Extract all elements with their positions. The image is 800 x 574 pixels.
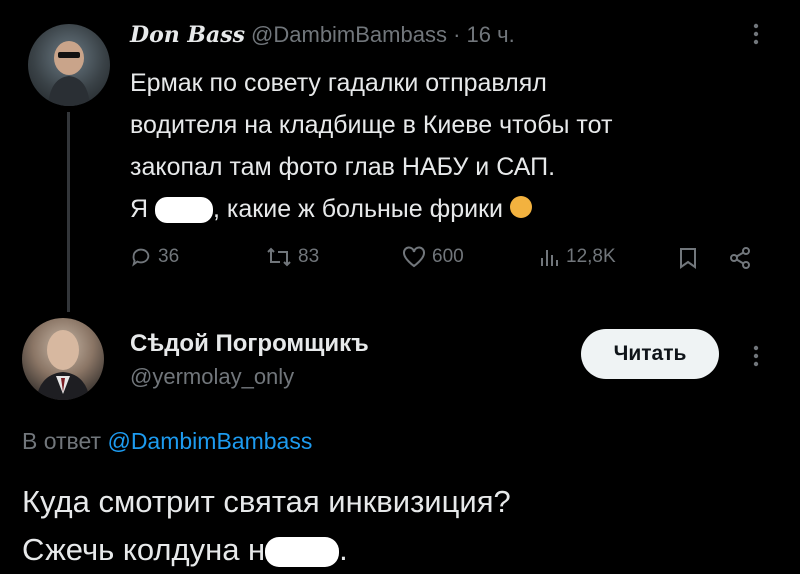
text-suffix: , какие ж больные фрики [213, 195, 503, 223]
avatar-figure-icon [48, 41, 90, 106]
author-handle[interactable]: @DambimBambass [251, 22, 447, 47]
heart-icon [403, 246, 425, 268]
more-vertical-icon[interactable] [752, 344, 760, 374]
reply-to-mention[interactable]: @DambimBambass [107, 428, 312, 454]
text-prefix: Сжечь колдуна н [22, 532, 266, 567]
tweet-text-line: закопал там фото глав НАБУ и САП. [130, 153, 556, 181]
reply-context: В ответ @DambimBambass [22, 428, 312, 455]
censor-blur [155, 197, 214, 224]
bookmark-icon [680, 248, 696, 269]
like-count: 600 [432, 246, 464, 267]
reply-icon [132, 248, 150, 267]
tweet-header: Don Bass @DambimBambass · 16 ч. [130, 22, 515, 48]
tweet-text-line: водителя на кладбище в Киеве чтобы тот [130, 111, 613, 139]
reply-text-line: Куда смотрит святая инквизиция? [22, 484, 511, 519]
share-icon [730, 247, 750, 269]
reply-author-avatar[interactable] [22, 318, 104, 400]
avatar-figure-icon [36, 330, 90, 400]
thread-line [67, 112, 70, 312]
bookmark-action[interactable] [678, 246, 698, 270]
reply-action[interactable]: 36 [130, 246, 179, 268]
reply-text-line: Сжечь колдуна н. [22, 526, 782, 574]
reply-text: Куда смотрит святая инквизиция? Сжечь ко… [22, 478, 782, 574]
tweet-text-line: Я , какие ж больные фрики [130, 188, 750, 230]
author-avatar[interactable] [28, 24, 110, 106]
text-prefix: Я [130, 195, 149, 223]
tweet-text: Ермак по совету гадалки отправлял водите… [130, 62, 750, 230]
censor-blur [265, 536, 340, 567]
text-suffix: . [339, 532, 348, 567]
retweet-icon [267, 247, 291, 267]
author-name[interactable]: Don Bass [130, 22, 245, 48]
like-action[interactable]: 600 [402, 246, 464, 268]
views-icon [541, 250, 558, 266]
tweet-time[interactable]: · 16 ч. [453, 22, 515, 47]
reply-to-label: В ответ [22, 428, 102, 454]
retweet-count: 83 [298, 246, 320, 267]
share-action[interactable] [728, 246, 752, 270]
views-action[interactable]: 12,8K [538, 246, 616, 268]
views-count: 12,8K [566, 246, 616, 267]
reply-author-name[interactable]: Сѣдой Погромщикъ [130, 330, 369, 358]
emoji-icon [509, 196, 532, 219]
reply-count: 36 [158, 246, 180, 267]
retweet-action[interactable]: 83 [266, 246, 319, 268]
tweet-actions: 36 83 600 12,8K [130, 246, 770, 276]
follow-button[interactable]: Читать [581, 329, 719, 379]
tweet-text-line: Ермак по совету гадалки отправлял [130, 69, 547, 97]
reply-author-handle[interactable]: @yermolay_only [130, 364, 294, 390]
more-vertical-icon[interactable] [752, 22, 760, 52]
